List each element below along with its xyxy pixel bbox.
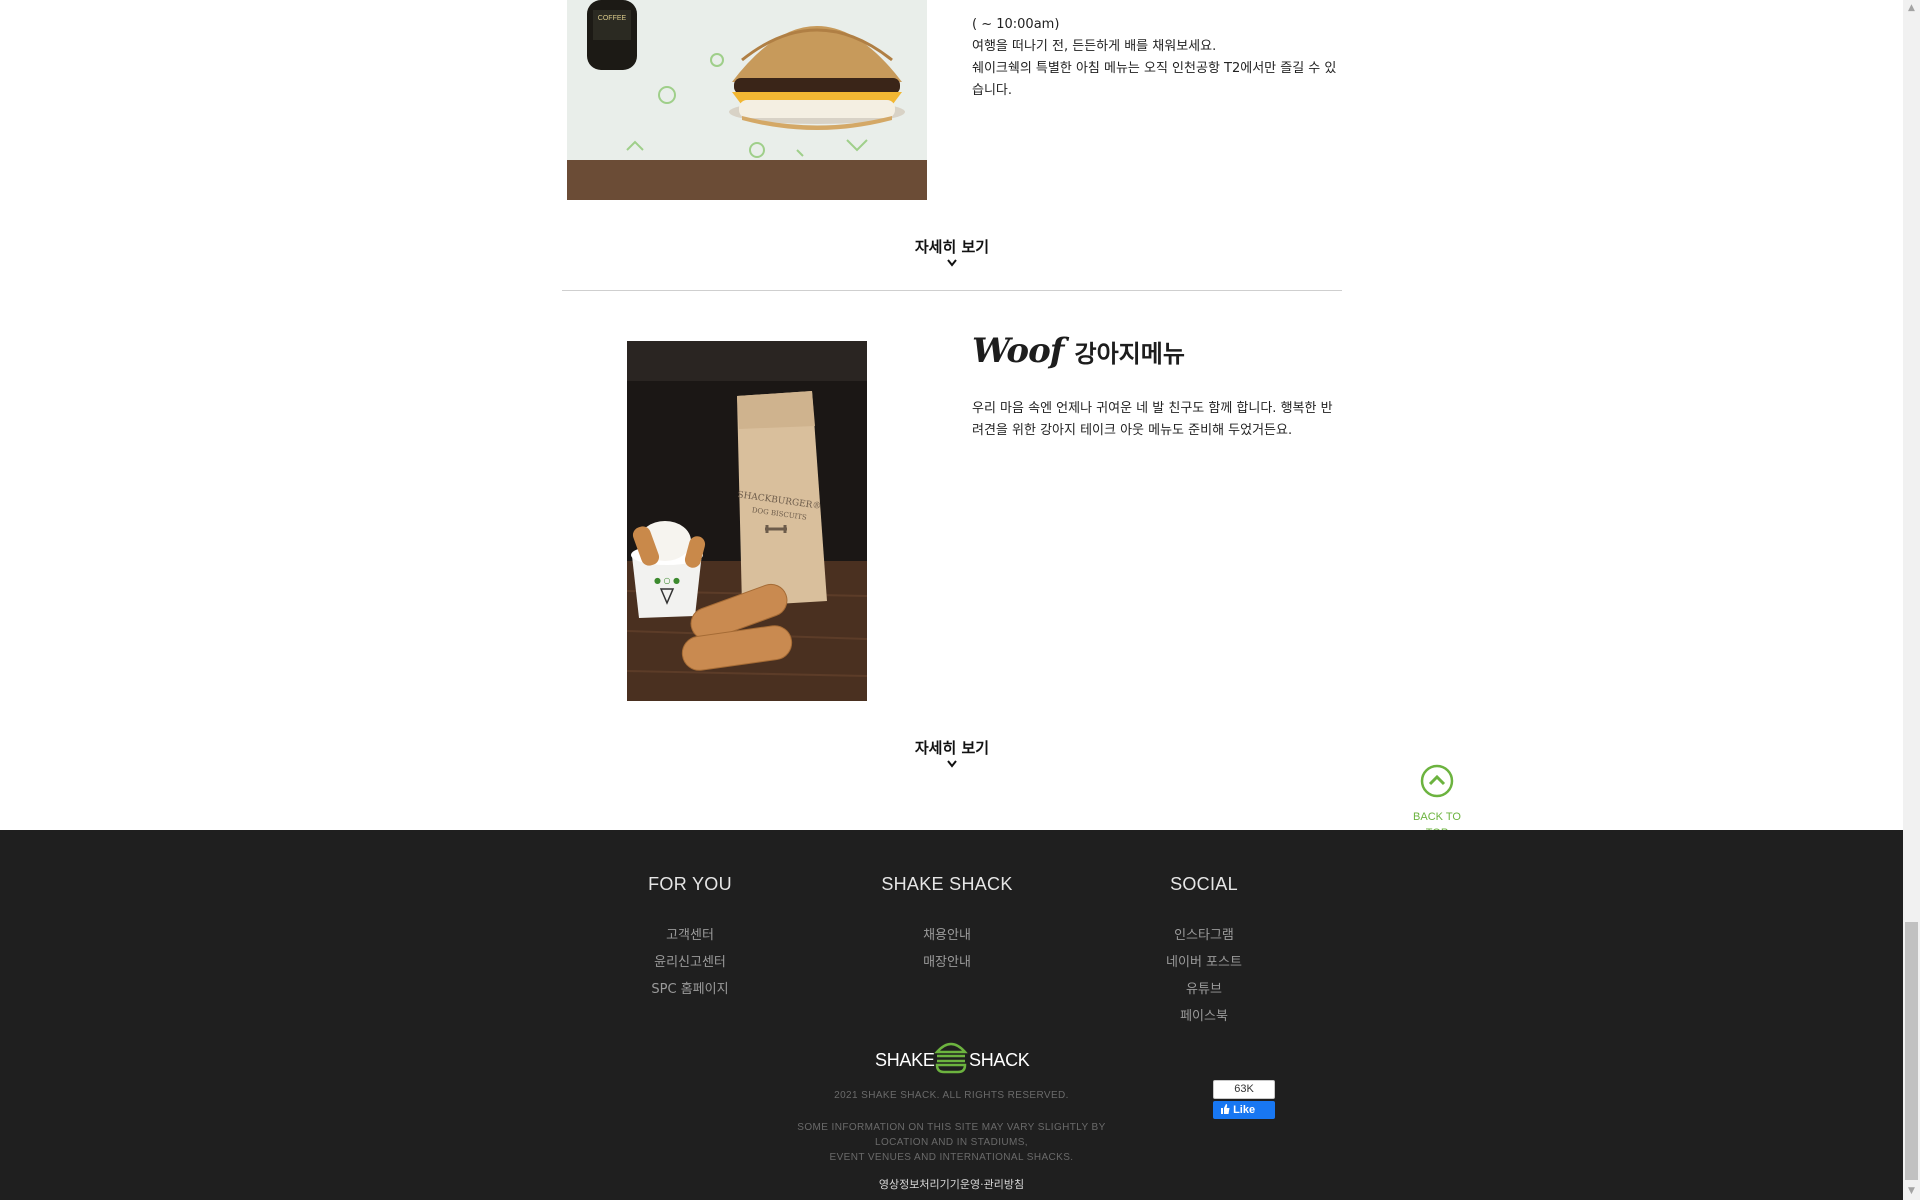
dog-biscuits-image: SHACKBURGER® DOG BISCUITS ● ○ ● <box>627 341 867 701</box>
footer-column-shake-shack: SHAKE SHACK 채용안내 매장안내 <box>847 874 1047 976</box>
woof-heading: Woof 강아지메뉴 <box>972 331 1185 381</box>
facebook-like-count: 63K <box>1213 1080 1275 1099</box>
footer-link-spc-home[interactable]: SPC 홈페이지 <box>590 976 790 1003</box>
section-divider <box>562 290 1342 291</box>
footer-link-customer-center[interactable]: 고객센터 <box>590 922 790 949</box>
woof-title-ko: 강아지메뉴 <box>1074 340 1185 368</box>
chevron-down-icon <box>947 760 957 768</box>
footer-link-youtube[interactable]: 유튜브 <box>1104 976 1304 1003</box>
cctv-policy-link[interactable]: 영상정보처리기기운영·관리방침 <box>800 1176 1103 1192</box>
footer-link-store-info[interactable]: 매장안내 <box>847 949 1047 976</box>
more-label: 자세히 보기 <box>914 739 990 757</box>
facebook-like-button[interactable]: Like <box>1213 1101 1275 1119</box>
copyright-text: 2021 SHAKE SHACK. ALL RIGHTS RESERVED. <box>834 1090 1069 1101</box>
logo-text-left: SHAKE <box>875 1050 935 1070</box>
footer-link-ethics-center[interactable]: 윤리신고센터 <box>590 949 790 976</box>
svg-text:● ○ ●: ● ○ ● <box>654 576 680 585</box>
footer-column-title: FOR YOU <box>648 874 732 894</box>
woof-word: Woof <box>972 331 1064 371</box>
breakfast-line-1: 여행을 떠나기 전, 든든하게 배를 채워보세요. <box>972 39 1217 54</box>
footer-column-title: SHAKE SHACK <box>881 874 1013 894</box>
page-viewport: COFFEE ( ~ 10:00am) 여행을 떠나기 전, 든든하게 배를 채… <box>0 0 1903 1200</box>
woof-photo: SHACKBURGER® DOG BISCUITS ● ○ ● <box>627 341 867 701</box>
more-label: 자세히 보기 <box>914 238 990 256</box>
shake-shack-logo[interactable]: SHAKE SHACK <box>871 1038 1031 1074</box>
scrollbar-thumb[interactable] <box>1905 922 1918 1180</box>
footer-column-for-you: FOR YOU 고객센터 윤리신고센터 SPC 홈페이지 <box>590 874 790 1003</box>
facebook-like-widget: 63K Like <box>1213 1080 1275 1120</box>
bottle-label: COFFEE <box>598 15 627 22</box>
footer-column-social: SOCIAL 인스타그램 네이버 포스트 유튜브 페이스북 <box>1104 874 1304 1030</box>
burger-icon <box>934 1042 968 1074</box>
vertical-scrollbar[interactable]: ▲ ▼ <box>1903 0 1920 1200</box>
footer-link-naver-post[interactable]: 네이버 포스트 <box>1104 949 1304 976</box>
footer-link-instagram[interactable]: 인스타그램 <box>1104 922 1304 949</box>
footer-column-title: SOCIAL <box>1170 874 1238 894</box>
site-footer: FOR YOU 고객센터 윤리신고센터 SPC 홈페이지 SHAKE SHACK… <box>0 830 1903 1200</box>
breakfast-burger-image: COFFEE <box>567 0 927 200</box>
footer-link-facebook[interactable]: 페이스북 <box>1104 1003 1304 1030</box>
thumbs-up-icon <box>1221 1104 1230 1114</box>
facebook-like-label: Like <box>1233 1104 1256 1116</box>
woof-more-link[interactable]: 자세히 보기 <box>872 737 1032 770</box>
footer-link-careers[interactable]: 채용안내 <box>847 922 1047 949</box>
chevron-down-icon <box>947 259 957 267</box>
breakfast-description: ( ~ 10:00am) 여행을 떠나기 전, 든든하게 배를 채워보세요. 쉐… <box>972 14 1338 102</box>
breakfast-photo: COFFEE <box>567 0 927 200</box>
scroll-down-arrow-icon[interactable]: ▼ <box>1903 1183 1920 1200</box>
logo-text-right: SHACK <box>969 1050 1030 1070</box>
scroll-up-arrow-icon[interactable]: ▲ <box>1903 0 1920 17</box>
disclaimer-text: SOME INFORMATION ON THIS SITE MAY VARY S… <box>797 1122 1106 1163</box>
woof-description: 우리 마음 속엔 언제나 귀여운 네 발 친구도 함께 합니다. 행복한 반려견… <box>972 401 1333 438</box>
breakfast-more-link[interactable]: 자세히 보기 <box>872 236 1032 269</box>
chevron-up-circle-icon <box>1420 764 1454 798</box>
breakfast-hours: ( ~ 10:00am) <box>972 17 1060 32</box>
breakfast-line-2: 쉐이크쉑의 특별한 아침 메뉴는 오직 인천공항 T2에서만 즐길 수 있습니다… <box>972 61 1337 98</box>
